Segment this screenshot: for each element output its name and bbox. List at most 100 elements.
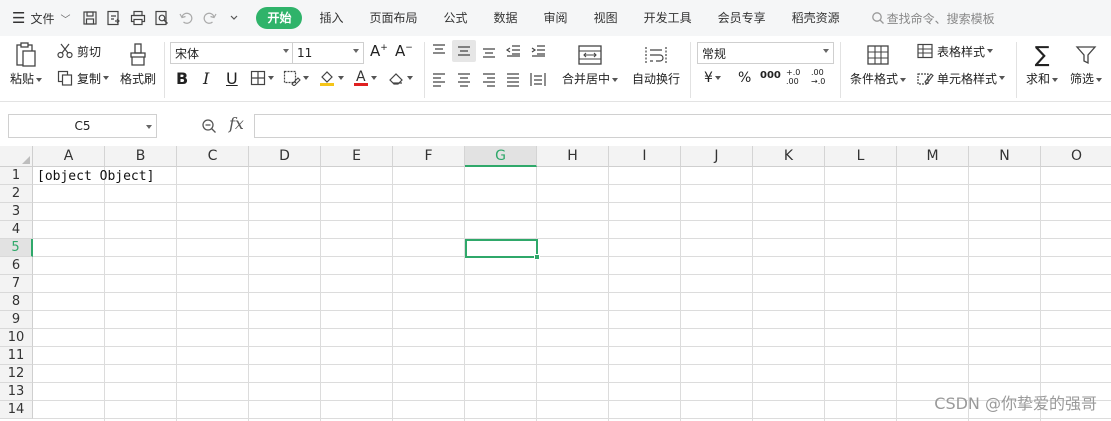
cell-format-button[interactable] [283, 70, 309, 86]
file-menu[interactable]: ☰ 文件 ﹀ [12, 6, 70, 30]
column-header-e[interactable]: E [321, 146, 393, 167]
cell-area[interactable] [33, 167, 1111, 421]
merge-center-button[interactable]: 合并居中 [562, 40, 619, 87]
tab-docer[interactable]: 稻壳资源 [779, 7, 853, 29]
column-header-a[interactable]: A [33, 146, 105, 167]
sum-button[interactable]: ∑ 求和 [1026, 40, 1059, 87]
align-center-button[interactable] [455, 70, 473, 88]
tab-view[interactable]: 视图 [581, 7, 631, 29]
border-button[interactable] [250, 70, 274, 86]
copy-button[interactable]: 复制 [56, 69, 110, 87]
justify-button[interactable] [504, 70, 522, 88]
row-header-5[interactable]: 5 [0, 239, 33, 257]
decrease-indent-button[interactable] [504, 42, 522, 60]
percent-button[interactable]: % [738, 70, 751, 86]
font-color-button[interactable]: A [353, 68, 377, 87]
tab-member[interactable]: 会员专享 [705, 7, 779, 29]
tab-review[interactable]: 审阅 [531, 7, 581, 29]
column-header-g[interactable]: G [465, 146, 537, 167]
filter-button[interactable]: 筛选 [1070, 40, 1103, 87]
increase-indent-button[interactable] [529, 42, 547, 60]
print-preview-icon[interactable] [150, 6, 174, 30]
align-bottom-button[interactable] [480, 42, 498, 60]
increase-font-button[interactable]: A+ [370, 42, 388, 60]
tab-insert[interactable]: 插入 [306, 7, 356, 29]
row-header-11[interactable]: 11 [0, 347, 33, 365]
decrease-font-button[interactable]: A− [395, 42, 413, 60]
select-all-corner[interactable] [0, 146, 33, 167]
underline-button[interactable]: U [226, 69, 238, 88]
customize-toolbar-icon[interactable] [222, 6, 246, 30]
column-header-b[interactable]: B [105, 146, 177, 167]
row-header-7[interactable]: 7 [0, 275, 33, 293]
row-header-13[interactable]: 13 [0, 383, 33, 401]
distribute-button[interactable] [529, 70, 547, 88]
increase-decimal-button[interactable]: +.0 .00 [786, 68, 808, 86]
fill-color-button[interactable] [318, 69, 344, 87]
conditional-format-button[interactable]: 条件格式 [850, 40, 907, 87]
zoom-icon[interactable] [201, 118, 217, 137]
column-header-n[interactable]: N [969, 146, 1041, 167]
cell-style-button[interactable]: 单元格样式 [916, 69, 1006, 87]
row-header-8[interactable]: 8 [0, 293, 33, 311]
paste-button[interactable]: 粘贴 [10, 40, 43, 87]
filter-icon [1075, 40, 1097, 70]
bold-button[interactable]: B [176, 69, 188, 88]
column-header-l[interactable]: L [825, 146, 897, 167]
column-header-h[interactable]: H [537, 146, 609, 167]
fx-icon[interactable]: fx [229, 114, 244, 133]
row-header-9[interactable]: 9 [0, 311, 33, 329]
column-header-j[interactable]: J [681, 146, 753, 167]
column-header-m[interactable]: M [897, 146, 969, 167]
fill-handle[interactable] [534, 254, 540, 260]
row-header-3[interactable]: 3 [0, 203, 33, 221]
command-search[interactable]: 查找命令、搜索模板 [871, 10, 995, 27]
column-header-k[interactable]: K [753, 146, 825, 167]
active-cell-selection[interactable] [465, 239, 540, 260]
clear-button[interactable] [387, 69, 413, 87]
export-pdf-icon[interactable] [102, 6, 126, 30]
format-painter-button[interactable]: 格式刷 [120, 40, 156, 87]
print-icon[interactable] [126, 6, 150, 30]
font-name-select[interactable]: 宋体 [170, 42, 294, 64]
align-left-button[interactable] [430, 70, 448, 88]
italic-button[interactable]: I [203, 69, 209, 88]
row-header-2[interactable]: 2 [0, 185, 33, 203]
align-right-button[interactable] [480, 70, 498, 88]
thousands-button[interactable]: 000 [760, 70, 781, 81]
tab-developer[interactable]: 开发工具 [631, 7, 705, 29]
currency-button[interactable]: ¥ [704, 70, 721, 86]
align-top-button[interactable] [430, 42, 448, 60]
paste-label: 粘贴 [10, 72, 35, 86]
column-header-o[interactable]: O [1041, 146, 1111, 167]
ribbon-tabs: 开始 插入 页面布局 公式 数据 审阅 视图 开发工具 会员专享 稻壳资源 [256, 6, 852, 30]
cut-button[interactable]: 剪切 [56, 42, 101, 60]
tab-page-layout[interactable]: 页面布局 [357, 7, 431, 29]
row-header-6[interactable]: 6 [0, 257, 33, 275]
save-icon[interactable] [78, 6, 102, 30]
tab-formulas[interactable]: 公式 [431, 7, 481, 29]
formula-input[interactable] [254, 114, 1111, 138]
column-header-i[interactable]: I [609, 146, 681, 167]
undo-icon[interactable] [174, 6, 198, 30]
name-box[interactable]: C5 [8, 114, 157, 138]
table-style-button[interactable]: 表格样式 [916, 42, 994, 60]
eraser-icon [387, 69, 405, 87]
number-format-select[interactable]: 常规 [697, 42, 834, 64]
redo-icon[interactable] [198, 6, 222, 30]
column-header-f[interactable]: F [393, 146, 465, 167]
row-header-14[interactable]: 14 [0, 401, 33, 419]
row-header-1[interactable]: 1 [0, 167, 33, 185]
decrease-decimal-button[interactable]: .00 →.0 [811, 68, 835, 86]
row-header-12[interactable]: 12 [0, 365, 33, 383]
row-header-10[interactable]: 10 [0, 329, 33, 347]
tab-home[interactable]: 开始 [256, 7, 303, 29]
column-header-c[interactable]: C [177, 146, 249, 167]
tab-data[interactable]: 数据 [481, 7, 531, 29]
font-size-select[interactable]: 11 [292, 42, 364, 64]
row-header-4[interactable]: 4 [0, 221, 33, 239]
align-middle-button[interactable] [452, 40, 476, 62]
wrap-text-button[interactable]: 自动换行 [632, 40, 680, 87]
column-header-d[interactable]: D [249, 146, 321, 167]
number-format-value: 常规 [702, 46, 727, 61]
